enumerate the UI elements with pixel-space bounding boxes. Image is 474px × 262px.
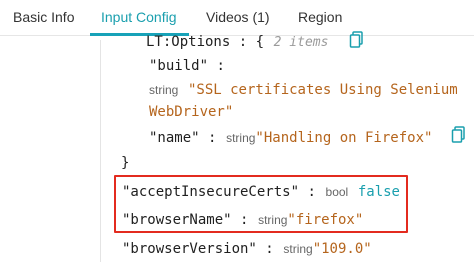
clipboard-copy-icon[interactable] [349, 30, 365, 48]
browser-version-value[interactable]: "109.0" [313, 241, 372, 257]
browser-version-row: "browserVersion" : string"109.0" [122, 238, 372, 257]
name-row: "name" : string"Handling on Firefox" [149, 127, 432, 146]
tab-basic-info[interactable]: Basic Info [13, 9, 74, 25]
highlight-box [114, 175, 408, 233]
build-type: string [149, 83, 179, 97]
build-separator: : [208, 58, 225, 74]
build-value-line2[interactable]: WebDriver" [149, 104, 233, 120]
build-key: "build" [149, 58, 209, 74]
lt-options-close-brace: } [121, 152, 129, 171]
name-separator: : [199, 130, 217, 146]
close-brace: } [121, 155, 130, 171]
lt-options-row: LT:Options : { 2 items [146, 31, 328, 50]
tree-guide-line [100, 40, 101, 262]
lt-options-key: LT:Options [146, 34, 231, 50]
build-value-row: string "SSL certificates Using Selenium [149, 79, 458, 98]
browser-version-type: string [283, 242, 313, 256]
tab-input-config[interactable]: Input Config [101, 9, 177, 25]
lt-options-item-count: 2 items [273, 35, 329, 50]
tab-videos[interactable]: Videos (1) [206, 9, 270, 25]
lt-options-separator: : { [230, 34, 265, 50]
name-type: string [226, 131, 256, 145]
build-value-wrap-row: WebDriver" [149, 101, 233, 120]
build-value-line1[interactable]: "SSL certificates Using Selenium [188, 82, 458, 98]
build-row: "build" : [149, 55, 225, 74]
clipboard-copy-icon[interactable] [451, 125, 467, 143]
tab-region[interactable]: Region [298, 9, 342, 25]
browser-version-key: "browserVersion" [122, 241, 257, 257]
name-key: "name" [149, 130, 200, 146]
browser-version-separator: : [256, 241, 274, 257]
name-value[interactable]: "Handling on Firefox" [255, 130, 432, 146]
